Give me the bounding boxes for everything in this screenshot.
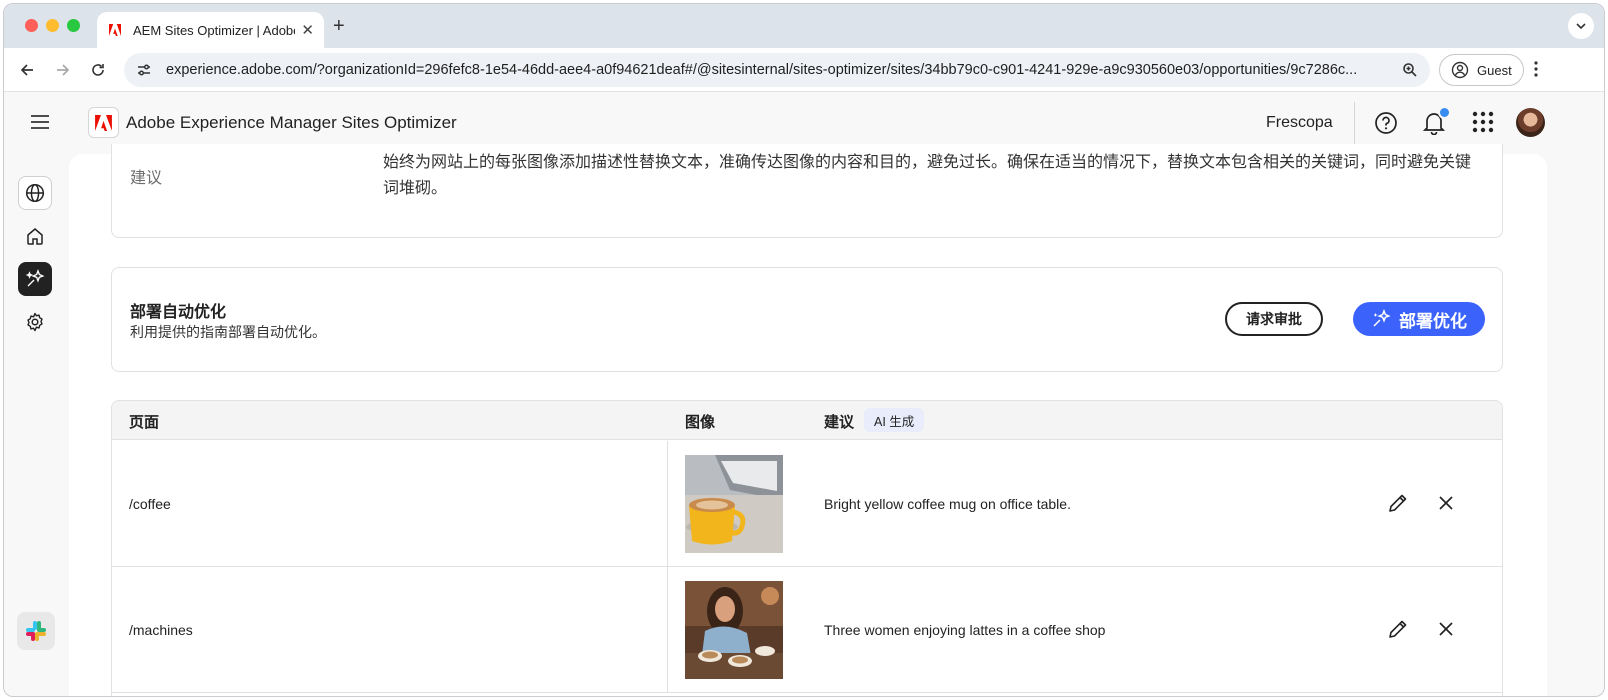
person-icon: [1451, 61, 1469, 79]
gear-icon: [27, 312, 43, 332]
alt-text-suggestion: Three women enjoying lattes in a coffee …: [824, 622, 1106, 638]
app-grid-icon[interactable]: [1472, 111, 1494, 138]
tab-search-button[interactable]: [1568, 13, 1594, 39]
request-approval-button[interactable]: 请求审批: [1225, 302, 1323, 336]
edit-icon[interactable]: [1387, 618, 1409, 645]
recommendation-label: 建议: [130, 170, 163, 187]
deploy-subtitle: 利用提供的指南部署自动优化。: [130, 324, 326, 340]
magic-sparkle-icon: [25, 269, 45, 287]
site-settings-icon[interactable]: [136, 62, 152, 78]
arrow-left-icon: [20, 64, 33, 76]
tab-close-icon[interactable]: ✕: [301, 21, 314, 39]
edit-icon[interactable]: [1387, 492, 1409, 519]
page-path[interactable]: /coffee: [129, 496, 171, 512]
user-avatar[interactable]: [1516, 108, 1545, 137]
header-image[interactable]: 图像: [685, 411, 715, 432]
deploy-optimization-label: 部署优化: [1399, 311, 1467, 331]
reload-button[interactable]: [88, 60, 108, 80]
browser-toolbar: experience.adobe.com/?organizationId=296…: [4, 48, 1604, 92]
table-header: 页面 图像 建议 AI 生成: [112, 401, 1502, 440]
home-icon: [27, 228, 43, 245]
zoom-icon[interactable]: [1402, 62, 1418, 83]
main-content: 建议 始终为网站上的每张图像添加描述性替换文本，准确传达图像的内容和目的，避免过…: [69, 144, 1547, 696]
settings-nav-button[interactable]: [18, 305, 52, 339]
women-lattes-thumbnail[interactable]: [685, 581, 783, 679]
guest-label: Guest: [1477, 62, 1512, 78]
ai-generated-badge: AI 生成: [864, 408, 925, 432]
maximize-window-button[interactable]: [67, 19, 80, 32]
arrow-right-icon: [57, 64, 70, 76]
browser-tab[interactable]: AEM Sites Optimizer | Adobe ✕: [97, 12, 324, 48]
help-icon[interactable]: [1374, 111, 1398, 140]
slack-icon: [26, 621, 46, 641]
recommendation-card: 建议 始终为网站上的每张图像添加描述性替换文本，准确传达图像的内容和目的，避免过…: [111, 144, 1503, 238]
page-path[interactable]: /machines: [129, 622, 193, 638]
header-suggestion[interactable]: 建议: [824, 411, 854, 432]
deploy-optimization-button[interactable]: 部署优化: [1353, 302, 1485, 336]
tab-title: AEM Sites Optimizer | Adobe: [133, 22, 296, 38]
forward-button[interactable]: [53, 60, 73, 80]
more-vertical-icon: [1534, 61, 1538, 77]
address-bar[interactable]: experience.adobe.com/?organizationId=296…: [124, 53, 1430, 87]
header-divider: [1354, 102, 1355, 144]
coffee-mug-thumbnail[interactable]: [685, 455, 783, 553]
adobe-logo-icon[interactable]: [88, 107, 119, 138]
table-row: /coffee Bright yellow coffee mug on offi…: [112, 441, 1502, 567]
magic-sparkle-icon: [1373, 309, 1391, 327]
slack-button[interactable]: [17, 612, 55, 650]
browser-menu-button[interactable]: [1534, 60, 1538, 83]
table-row: /machines Three women enjoying lattes in…: [112, 567, 1502, 693]
browser-window: AEM Sites Optimizer | Adobe ✕ + experien…: [3, 3, 1605, 697]
sites-nav-button[interactable]: [18, 176, 52, 210]
tab-bar: AEM Sites Optimizer | Adobe ✕ +: [4, 4, 1604, 48]
chevron-down-icon: [1576, 23, 1586, 30]
org-switcher[interactable]: Frescopa: [1266, 114, 1333, 132]
deploy-card: 部署自动优化 利用提供的指南部署自动优化。 请求审批 部署优化: [111, 267, 1503, 372]
notification-badge: [1438, 106, 1451, 119]
reload-icon: [92, 64, 104, 76]
header-page[interactable]: 页面: [129, 411, 159, 432]
suggestions-table: 页面 图像 建议 AI 生成 /coffee Bright yellow cof…: [111, 400, 1503, 696]
globe-icon: [25, 183, 45, 203]
close-icon[interactable]: [1435, 492, 1457, 519]
minimize-window-button[interactable]: [46, 19, 59, 32]
deploy-title: 部署自动优化: [130, 304, 227, 321]
back-button[interactable]: [17, 60, 37, 80]
new-tab-button[interactable]: +: [333, 15, 345, 38]
profile-button[interactable]: Guest: [1439, 54, 1524, 86]
recommendation-text: 始终为网站上的每张图像添加描述性替换文本，准确传达图像的内容和目的，避免过长。确…: [383, 154, 1472, 197]
column-divider: [667, 441, 668, 566]
column-divider: [667, 567, 668, 692]
alt-text-suggestion: Bright yellow coffee mug on office table…: [824, 496, 1071, 512]
close-window-button[interactable]: [25, 19, 38, 32]
hamburger-menu-icon[interactable]: [30, 114, 50, 135]
home-nav-button[interactable]: [18, 219, 52, 253]
adobe-favicon-icon: [107, 22, 123, 38]
app-title: Adobe Experience Manager Sites Optimizer: [126, 113, 457, 132]
close-icon[interactable]: [1435, 618, 1457, 645]
opportunities-nav-button[interactable]: [18, 262, 52, 296]
url-text: experience.adobe.com/?organizationId=296…: [166, 62, 1358, 78]
